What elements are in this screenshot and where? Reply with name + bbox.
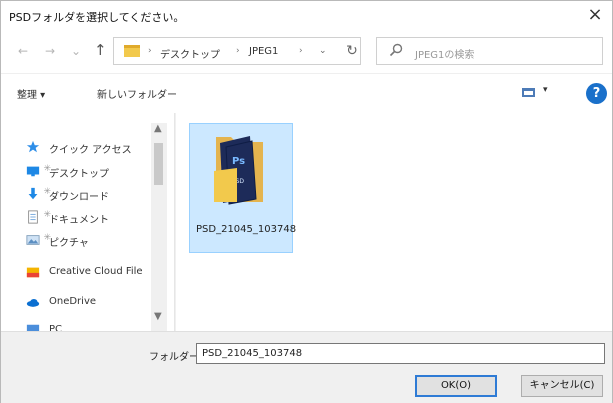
file-list-pane: Ps PSD PSD_21045_103748 [176,113,612,331]
folder-picker-dialog: PSDフォルダを選択してください。 × ← → ⌄ ↑ › デスクトップ › J… [0,0,613,403]
pin-icon: ✳ [43,164,51,174]
sidebar-item-label: ピクチャ [49,238,89,249]
ok-button[interactable]: OK(O) [415,375,497,397]
help-icon[interactable]: ? [586,83,607,104]
file-name: PSD_21045_103748 [196,224,297,235]
file-item-psd-folder[interactable]: Ps PSD PSD_21045_103748 [189,123,297,253]
pin-icon: ✳ [43,187,51,197]
path-separator: › [148,46,152,56]
document-icon [28,210,38,224]
psd-folder-icon: Ps PSD [214,136,263,205]
star-icon [26,140,40,153]
forward-button[interactable]: → [45,44,55,58]
address-bar[interactable]: › デスクトップ › JPEG1 › ⌄ ↻ [113,37,361,65]
sidebar-item-label: ダウンロード [49,192,109,203]
path-separator: › [236,46,240,56]
title-bar: PSDフォルダを選択してください。 × [1,1,612,29]
path-separator: › [299,46,303,56]
sidebar-item-label: Creative Cloud File [49,266,143,277]
navigation-pane: クイック アクセス デスクトップ ✳ ダウンロード ✳ ドキュメント ✳ ピクチ… [1,113,175,331]
search-placeholder: JPEG1の検索 [415,50,475,61]
back-button[interactable]: ← [18,44,28,58]
creative-cloud-icon [26,267,40,278]
recent-locations-button[interactable]: ⌄ [71,44,81,58]
svg-text:Ps: Ps [232,156,245,167]
pin-icon: ✳ [43,233,51,243]
pin-icon: ✳ [43,210,51,220]
refresh-icon[interactable]: ↻ [342,43,362,61]
up-button[interactable]: ↑ [94,41,107,59]
folder-name-input[interactable] [196,343,605,364]
cancel-button[interactable]: キャンセル(C) [521,375,603,397]
folder-icon [124,45,140,57]
address-dropdown-button[interactable]: ⌄ [319,46,327,56]
view-dropdown-icon[interactable]: ▾ [543,85,548,95]
dialog-title: PSDフォルダを選択してください。 [9,11,185,24]
pc-icon [26,324,40,331]
breadcrumb-desktop[interactable]: デスクトップ [160,46,220,61]
search-box[interactable]: JPEG1の検索 [376,37,603,65]
view-options-icon[interactable] [522,88,535,97]
organize-button[interactable]: 整理 ▾ [17,86,45,101]
command-toolbar: 整理 ▾ 新しいフォルダー ▾ ? [1,73,612,113]
folder-field-label: フォルダー: [149,352,203,363]
scroll-down-icon[interactable]: ▼ [154,311,162,322]
sidebar-scrollbar[interactable]: ▲ ▼ [151,123,167,331]
dialog-footer: フォルダー: OK(O) キャンセル(C) [1,331,612,403]
navigation-bar: ← → ⌄ ↑ › デスクトップ › JPEG1 › ⌄ ↻ JPEG1の検索 [1,29,612,73]
download-icon [28,187,38,200]
new-folder-button[interactable]: 新しいフォルダー [97,86,177,101]
close-button[interactable]: × [584,4,606,26]
desktop-icon [26,166,40,177]
search-icon [389,43,403,57]
breadcrumb-jpeg1[interactable]: JPEG1 [249,46,278,57]
sidebar-item-label: ドキュメント [49,215,109,226]
sidebar-item-label: PC [49,324,63,331]
sidebar-item-label: デスクトップ [49,169,109,180]
onedrive-icon [26,298,40,307]
pictures-icon [26,235,40,245]
sidebar-item-label: クイック アクセス [49,145,132,156]
scroll-up-icon[interactable]: ▲ [154,123,162,134]
scroll-thumb[interactable] [154,143,163,185]
sidebar-item-label: OneDrive [49,296,97,307]
